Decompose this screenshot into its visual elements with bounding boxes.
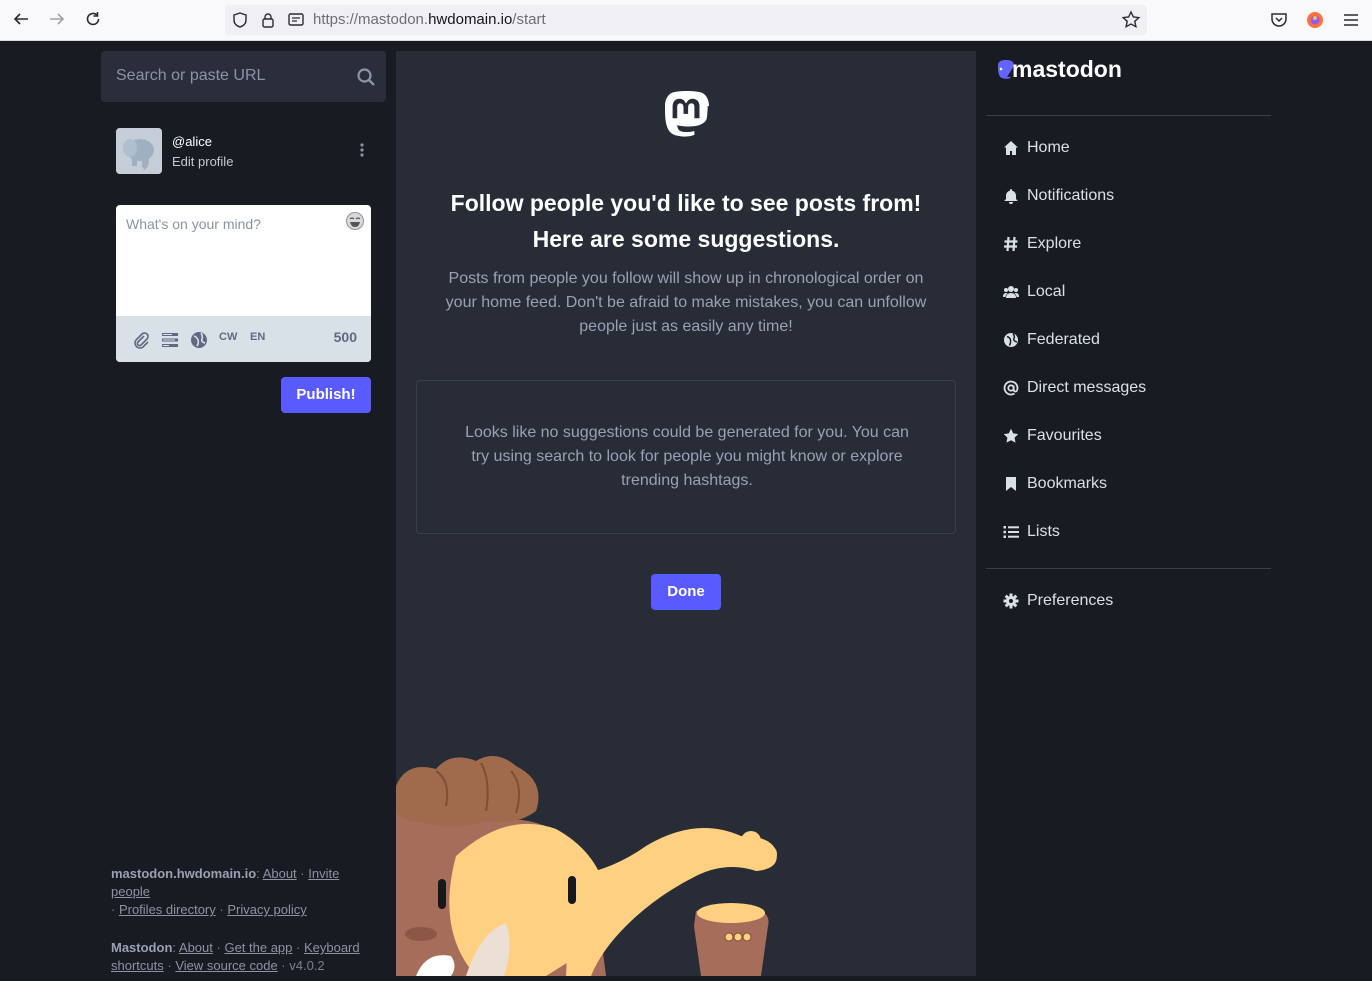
list-icon xyxy=(1003,526,1019,538)
avatar[interactable] xyxy=(116,128,162,174)
account-handle[interactable]: @alice xyxy=(172,134,212,149)
url-text[interactable]: https://mastodon.hwdomain.io/start xyxy=(313,11,546,28)
language-button[interactable]: EN xyxy=(250,331,265,343)
shield-icon[interactable] xyxy=(231,11,249,29)
publish-button[interactable]: Publish! xyxy=(281,377,371,413)
footer-profiles-link[interactable]: Profiles directory xyxy=(119,902,216,917)
globe-icon xyxy=(1004,333,1018,347)
nav-label-home: Home xyxy=(1027,139,1070,156)
onboarding-lead: Posts from people you follow will show u… xyxy=(445,270,927,335)
nav-label-favourites: Favourites xyxy=(1027,427,1102,444)
account-panel: @alice Edit profile xyxy=(116,128,371,174)
footer-links: mastodon.hwdomain.io: About · Invite peo… xyxy=(111,866,360,973)
brand-wordmark[interactable]: mastodon xyxy=(1012,56,1122,83)
nav-label-explore: Explore xyxy=(1027,235,1082,252)
nav-divider-top xyxy=(986,115,1271,116)
search-placeholder: Search or paste URL xyxy=(116,67,266,84)
back-icon[interactable] xyxy=(10,10,32,32)
home-icon xyxy=(1004,141,1018,155)
nav-divider-bottom xyxy=(986,568,1271,569)
paperclip-icon[interactable] xyxy=(132,331,150,349)
footer-about-link[interactable]: About xyxy=(263,866,297,881)
poll-icon[interactable] xyxy=(161,331,179,349)
done-button[interactable]: Done xyxy=(651,574,721,610)
gear-icon xyxy=(1003,593,1019,609)
page-info-icon[interactable] xyxy=(287,11,305,29)
hamburger-menu-icon[interactable] xyxy=(1341,10,1361,30)
footer-domain: mastodon.hwdomain.io xyxy=(111,866,257,881)
nav-label-lists: Lists xyxy=(1027,523,1060,540)
emoji-picker-icon[interactable] xyxy=(345,211,365,231)
compose-toolbar: CW EN 500 xyxy=(116,316,371,362)
star-icon xyxy=(1003,428,1019,443)
firefox-account-icon[interactable] xyxy=(1305,10,1325,30)
nav-label-bookmarks: Bookmarks xyxy=(1027,475,1108,492)
hashtag-icon xyxy=(1004,236,1018,252)
onboarding-headline: Follow people you'd like to see posts fr… xyxy=(396,185,976,257)
empty-suggestions-message: Looks like no suggestions could be gener… xyxy=(465,424,909,489)
footer-getapp-link[interactable]: Get the app xyxy=(224,940,292,955)
headline-line-1: Follow people you'd like to see posts fr… xyxy=(450,190,922,216)
pocket-icon[interactable] xyxy=(1269,10,1289,30)
at-icon xyxy=(1003,380,1019,396)
footer-mastodon: Mastodon xyxy=(111,940,173,955)
nav-label-preferences: Preferences xyxy=(1027,592,1114,609)
edit-profile-link[interactable]: Edit profile xyxy=(172,154,233,169)
nav-label-local: Local xyxy=(1027,283,1066,300)
nav-label-notifications: Notifications xyxy=(1027,187,1115,204)
nav-label-federated: Federated xyxy=(1027,331,1100,348)
footer-about2-link[interactable]: About xyxy=(179,940,213,955)
globe-visibility-icon[interactable] xyxy=(190,331,208,349)
elephant-avatar-icon xyxy=(116,128,162,174)
footer-version: v4.0.2 xyxy=(289,958,325,973)
main-column: Follow people you'd like to see posts fr… xyxy=(396,51,976,976)
lock-icon[interactable] xyxy=(259,11,277,29)
address-bar[interactable]: https://mastodon.hwdomain.io/start xyxy=(225,5,1147,35)
footer-privacy-link[interactable]: Privacy policy xyxy=(227,902,306,917)
content-warning-button[interactable]: CW xyxy=(219,331,237,343)
compose-form[interactable]: What's on your mind? CW EN 500 xyxy=(116,205,371,362)
bookmark-star-icon[interactable] xyxy=(1121,10,1141,30)
forward-icon[interactable] xyxy=(46,10,68,32)
footer-source-link[interactable]: View source code xyxy=(175,958,277,973)
suggestions-empty-box: Looks like no suggestions could be gener… xyxy=(416,380,956,534)
browser-toolbar: https://mastodon.hwdomain.io/start xyxy=(0,0,1372,41)
character-counter: 500 xyxy=(333,329,357,345)
elephant-mascot-illustration xyxy=(396,756,777,976)
users-icon xyxy=(1003,286,1019,298)
bell-icon xyxy=(1004,189,1018,204)
headline-line-2: Here are some suggestions. xyxy=(532,226,840,252)
reload-icon[interactable] xyxy=(82,10,104,32)
more-vertical-icon[interactable] xyxy=(359,142,365,158)
search-input[interactable]: Search or paste URL xyxy=(101,51,386,102)
mastodon-logo-icon xyxy=(665,91,709,137)
compose-textarea[interactable]: What's on your mind? xyxy=(126,216,261,232)
nav-label-direct-messages: Direct messages xyxy=(1027,379,1147,396)
search-icon[interactable] xyxy=(356,67,376,87)
bookmark-icon xyxy=(1006,477,1016,491)
